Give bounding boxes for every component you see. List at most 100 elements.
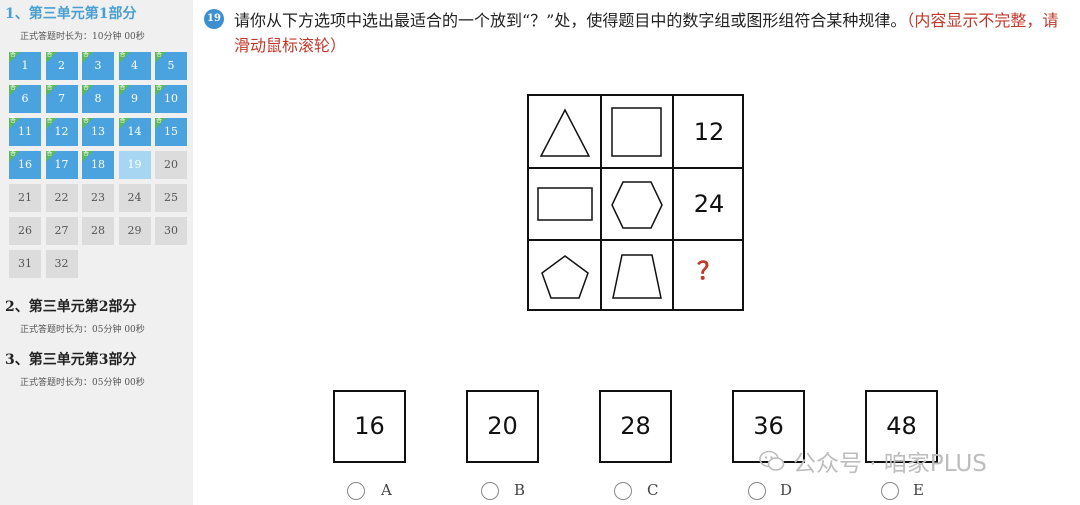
question-button-28[interactable]: 28 [82,217,114,245]
question-button-18[interactable]: 18 答 [82,150,114,179]
question-button-12[interactable]: 12 答 [45,117,78,146]
answered-flag-text: 答 [46,117,53,124]
triangle-icon [539,108,591,157]
grid-cell-hexagon [601,168,673,240]
question-button-label: 7 [58,92,65,105]
grid-cell-trapezoid [601,240,673,312]
question-navigator-sidebar: 1、第三单元第1部分 正式答题时长为：10分钟 00秒 1答2答3答4答5答6答… [0,0,193,505]
puzzle-grid: 12 24 ？ [527,94,744,311]
answered-flag-icon: 答 [82,51,93,63]
grid-cell-number-1: 12 [673,96,745,168]
answered-flag-text: 答 [156,51,163,58]
question-button-8[interactable]: 8答 [82,84,114,113]
answered-flag-text: 答 [10,117,17,124]
answered-flag-icon: 答 [45,84,57,96]
square-icon [611,107,662,157]
question-button-label: 19 [127,158,142,171]
grid-cell-triangle [529,96,601,168]
question-button-label: 25 [164,191,178,204]
option-b-card[interactable]: 20 [466,390,539,463]
option-a-radio[interactable] [347,482,365,500]
question-button-26[interactable]: 26 [9,217,41,245]
question-button-29[interactable]: 29 [118,217,151,245]
question-button-22[interactable]: 22 [45,184,78,212]
option-b-radio[interactable] [481,482,499,500]
section-3-title[interactable]: 3、第三单元第3部分 [5,349,136,369]
question-mark: ？ [697,256,721,285]
rectangle-icon [537,187,593,221]
question-button-label: 6 [21,92,29,105]
question-button-label: 4 [131,59,138,72]
answered-flag-text: 答 [119,117,126,124]
question-button-label: 11 [18,125,32,138]
question-button-1[interactable]: 1答 [9,51,41,80]
answered-flag-icon: 答 [9,51,20,63]
option-c-radio[interactable] [614,482,632,500]
hexagon-icon [611,181,663,229]
answered-flag-icon: 答 [155,51,166,63]
question-button-label: 8 [94,92,102,105]
answered-flag-text: 答 [83,51,90,58]
grid-number-12: 12 [693,118,725,146]
question-button-5[interactable]: 5答 [155,51,187,80]
section-2-title[interactable]: 2、第三单元第2部分 [5,296,136,316]
question-button-3[interactable]: 3答 [82,51,114,80]
question-button-30[interactable]: 30 [155,217,187,245]
option-e-radio[interactable] [881,482,899,500]
option-d-radio[interactable] [748,482,766,500]
question-button-24[interactable]: 24 [118,184,151,212]
question-button-label: 17 [54,158,69,171]
question-button-23[interactable]: 23 [82,184,114,212]
answered-flag-icon: 答 [118,117,130,129]
question-button-11[interactable]: 11 答 [9,117,41,146]
question-button-15[interactable]: 15 答 [155,117,187,146]
question-button-27[interactable]: 27 [45,217,78,245]
answered-flag-icon: 答 [82,150,93,162]
question-button-9[interactable]: 9答 [118,84,151,113]
question-button-label: 5 [167,59,175,72]
question-button-label: 15 [164,125,178,138]
question-button-label: 10 [164,92,178,105]
question-button-label: 3 [94,59,102,72]
pentagon-icon [541,255,589,299]
grid-cell-square [601,96,673,168]
answered-flag-text: 答 [83,84,90,91]
question-button-10[interactable]: 10 答 [155,84,187,113]
answered-flag-text: 答 [119,51,126,58]
question-button-4[interactable]: 4答 [118,51,151,80]
option-a-card[interactable]: 16 [333,390,406,463]
question-button-32[interactable]: 32 [45,250,78,278]
answered-flag-text: 答 [156,84,163,91]
answered-flag-icon: 答 [155,117,166,129]
question-button-14[interactable]: 14 答 [118,117,151,146]
answered-flag-text: 答 [83,117,90,124]
question-button-19[interactable]: 19 [118,151,151,179]
question-button-17[interactable]: 17 答 [45,150,78,179]
option-e-label: E [913,481,924,499]
question-button-31[interactable]: 31 [9,250,41,278]
option-b-label: B [514,481,526,499]
question-button-label: 22 [54,191,69,204]
question-button-6[interactable]: 6答 [9,84,41,113]
grid-cell-pentagon [529,240,601,312]
question-button-label: 13 [91,125,105,138]
question-button-label: 30 [164,224,178,237]
question-button-13[interactable]: 13 答 [82,117,114,146]
question-button-21[interactable]: 21 [9,184,41,212]
answered-flag-text: 答 [10,51,17,58]
option-c-card[interactable]: 28 [599,390,672,463]
question-button-16[interactable]: 16 答 [9,150,41,179]
section-2-duration: 正式答题时长为：05分钟 00秒 [20,325,145,335]
question-button-label: 20 [164,158,178,171]
question-button-7[interactable]: 7答 [45,84,78,113]
section-1-title[interactable]: 1、第三单元第1部分 [5,3,136,23]
section-1-duration: 正式答题时长为：10分钟 00秒 [20,32,145,42]
question-button-label: 2 [58,59,65,72]
question-button-2[interactable]: 2答 [45,51,78,80]
answered-flag-icon: 答 [155,84,166,96]
question-button-20[interactable]: 20 [155,151,187,179]
question-text: 请你从下方选项中选出最适合的一个放到“？”处，使得题目中的数字组或图形组符合某种… [234,8,1064,58]
answered-flag-text: 答 [83,150,90,157]
question-button-25[interactable]: 25 [155,184,187,212]
grid-cell-unknown: ？ [673,240,745,312]
